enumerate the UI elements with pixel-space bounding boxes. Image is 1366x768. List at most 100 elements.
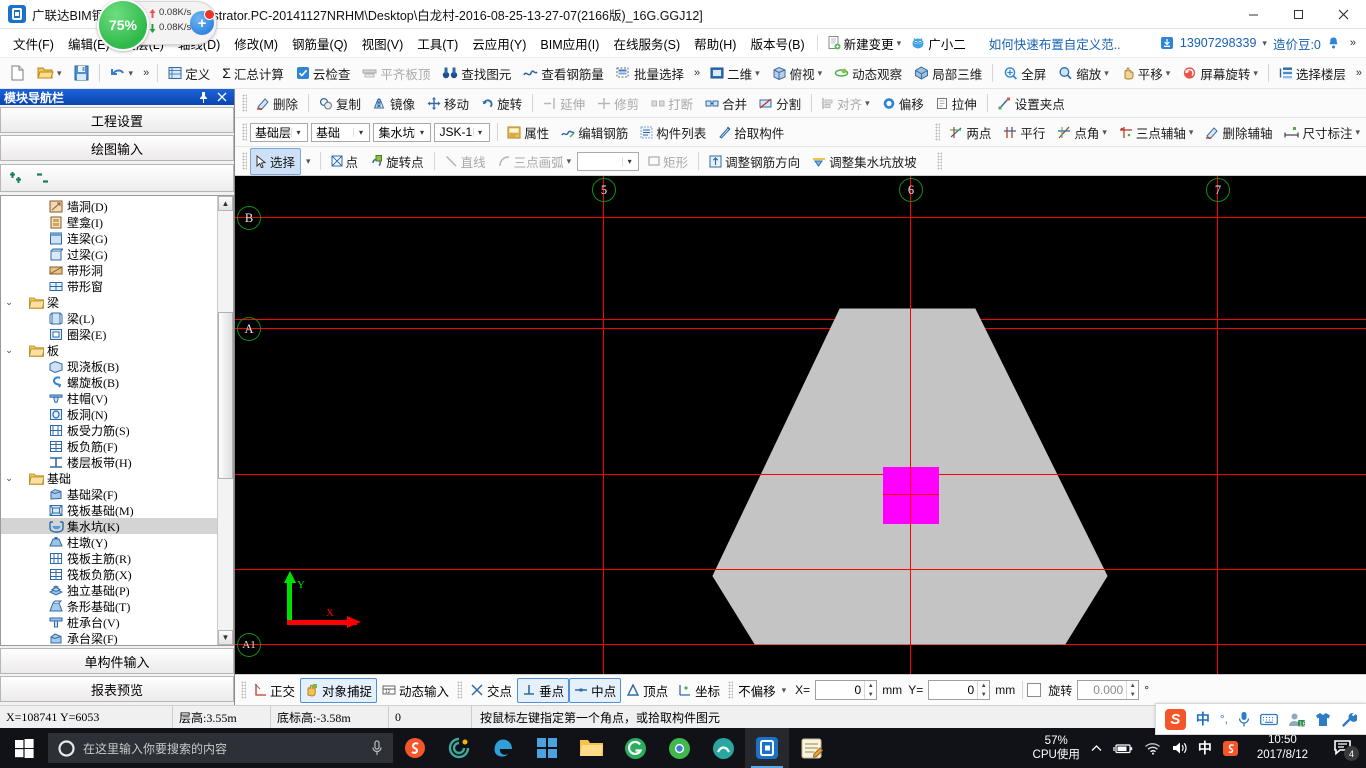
wifi-icon[interactable]: [1144, 742, 1161, 755]
chevron-down-icon[interactable]: ▾: [1189, 127, 1194, 138]
select-tool-button[interactable]: 选择: [250, 147, 302, 175]
single-component-input-button[interactable]: 单构件输入: [0, 648, 234, 674]
tree-item-10[interactable]: 现浇板(B): [1, 358, 217, 374]
toolbar-grip[interactable]: [242, 152, 247, 170]
fullscreen-button[interactable]: 全屏: [997, 60, 1052, 87]
top-view-button[interactable]: 俯视 ▾: [766, 60, 829, 87]
user-icon[interactable]: 16: [1288, 712, 1305, 727]
tree-item-20[interactable]: 集水坑(K): [1, 518, 217, 534]
assistant-button[interactable]: 广小二: [906, 32, 971, 55]
chevron-down-icon[interactable]: ▾: [472, 127, 487, 137]
grid-bubble-A1[interactable]: A1: [237, 633, 261, 657]
undo-button[interactable]: ▾: [104, 62, 140, 85]
delete-axis-button[interactable]: 删除辅轴: [1199, 119, 1278, 146]
chevron-down-icon[interactable]: ▾: [353, 127, 367, 137]
tree-item-12[interactable]: 柱帽(V): [1, 390, 217, 406]
tree-item-2[interactable]: 连梁(G): [1, 230, 217, 246]
grid-bubble-5[interactable]: 5: [592, 178, 616, 202]
network-speed-widget[interactable]: 75% 0.08K/s 0.08K/s +: [97, 0, 217, 51]
beans-label[interactable]: 造价豆:0: [1273, 34, 1321, 53]
draw-input-button[interactable]: 绘图输入: [0, 135, 234, 161]
chevron-up-icon[interactable]: [1090, 742, 1103, 755]
scroll-down-arrow[interactable]: ▼: [218, 630, 233, 645]
menu-file[interactable]: 文件(F): [6, 30, 61, 57]
chevron-down-icon[interactable]: ▾: [622, 156, 636, 166]
tree-item-0[interactable]: 墙洞(D): [1, 198, 217, 214]
set-grip-button[interactable]: 设置夹点: [992, 90, 1071, 117]
tree-item-23[interactable]: 筏板负筋(X): [1, 566, 217, 582]
toolbar-overflow-2[interactable]: »: [690, 67, 704, 79]
category-combo[interactable]: 基础 ▾: [311, 122, 371, 142]
offset-mode-chevron-down-icon[interactable]: ▾: [776, 685, 793, 696]
save-file-button[interactable]: [68, 61, 95, 85]
midpoint-snap-button[interactable]: 中点: [569, 677, 622, 703]
taskbar-app-notepad[interactable]: [789, 728, 833, 768]
point-angle-axis-button[interactable]: 点角 ▾: [1051, 119, 1113, 146]
keyboard-icon[interactable]: [1260, 713, 1278, 726]
tree-item-1[interactable]: 壁龛(I): [1, 214, 217, 230]
tree-item-8[interactable]: 圈梁(E): [1, 326, 217, 342]
menu-online-service[interactable]: 在线服务(S): [606, 30, 687, 57]
taskbar-app-sogou[interactable]: [393, 728, 437, 768]
ime-mode-button[interactable]: 中: [1196, 709, 1210, 729]
grid-bubble-B[interactable]: B: [237, 206, 261, 230]
zoom-button[interactable]: 缩放 ▾: [1052, 60, 1115, 87]
menu-view[interactable]: 视图(V): [355, 30, 411, 57]
parallel-axis-button[interactable]: 平行: [997, 119, 1051, 146]
sogou-tray-icon[interactable]: [1222, 740, 1239, 757]
rotate-input[interactable]: 0.000 ▲ ▼: [1077, 680, 1140, 700]
volume-icon[interactable]: [1171, 741, 1188, 755]
component-type-combo[interactable]: 集水坑 ▾: [373, 122, 432, 142]
tree-item-21[interactable]: 柱墩(Y): [1, 534, 217, 550]
copy-button[interactable]: 复制: [313, 90, 367, 117]
rotate-checkbox[interactable]: [1027, 683, 1042, 697]
component-tree[interactable]: 墙洞(D) 壁龛(I) 连梁(G) 过梁(G) 带形洞 带形窗 ⌄ 梁梁(L) 圈梁(E) ⌄ 板现…: [1, 196, 217, 645]
chevron-down-icon[interactable]: ▾: [1253, 68, 1258, 79]
account-phone[interactable]: 13907298339: [1180, 36, 1256, 50]
drawing-canvas[interactable]: 5 6 7 B A A1 Y X: [235, 176, 1366, 674]
arc-param-combo[interactable]: ▾: [577, 151, 640, 171]
taskbar-app-store[interactable]: [525, 728, 569, 768]
local-3d-button[interactable]: 局部三维: [908, 60, 988, 87]
pan-button[interactable]: 平移 ▾: [1115, 60, 1177, 87]
select-floor-button[interactable]: 选择楼层: [1273, 60, 1352, 87]
new-file-button[interactable]: [4, 61, 31, 85]
split-button[interactable]: 分割: [753, 90, 807, 117]
chevron-down-icon[interactable]: ▾: [818, 68, 823, 79]
component-combo[interactable]: JSK-1 ▾: [434, 122, 490, 142]
ime-punct-button[interactable]: °,: [1220, 712, 1228, 726]
expand-toggle-icon[interactable]: ⌄: [3, 345, 15, 356]
cloud-check-button[interactable]: 云检查: [290, 60, 357, 87]
taskbar-app-spiral[interactable]: [437, 728, 481, 768]
close-button[interactable]: [1321, 0, 1366, 28]
open-file-button[interactable]: ▾: [31, 61, 68, 85]
intersection-snap-button[interactable]: 交点: [465, 678, 517, 703]
grid-bubble-6[interactable]: 6: [899, 178, 923, 202]
menu-tools[interactable]: 工具(T): [410, 30, 465, 57]
two-point-axis-button[interactable]: 两点: [943, 119, 997, 146]
properties-button[interactable]: 属性: [501, 119, 555, 146]
menu-overflow-button[interactable]: »: [1346, 37, 1360, 49]
taskbar-app-edge[interactable]: [481, 728, 525, 768]
offset-button[interactable]: 偏移: [876, 90, 930, 117]
speed-add-button[interactable]: +: [190, 9, 215, 35]
dynamic-input-button[interactable]: 12 动态输入: [377, 678, 454, 703]
taskbar-search[interactable]: 在这里输入你要搜索的内容: [48, 733, 393, 763]
view-rebar-qty-button[interactable]: 查看钢筋量: [517, 60, 610, 87]
y-spinner[interactable]: ▲ ▼: [977, 681, 989, 699]
select-tool-chevron-down-icon[interactable]: ▾: [301, 156, 316, 167]
battery-icon[interactable]: [1113, 742, 1134, 755]
close-icon[interactable]: [217, 92, 227, 102]
mic-icon[interactable]: [1238, 711, 1250, 727]
component-list-button[interactable]: 构件列表: [634, 119, 712, 146]
scroll-thumb[interactable]: [218, 311, 233, 480]
x-coord-input[interactable]: 0 ▲ ▼: [815, 680, 878, 700]
chevron-down-icon[interactable]: ▾: [1102, 127, 1107, 138]
screen-rotate-button[interactable]: 屏幕旋转 ▾: [1176, 60, 1264, 87]
menu-bim-app[interactable]: BIM应用(I): [533, 30, 606, 57]
chevron-down-icon[interactable]: ▾: [414, 127, 428, 137]
expand-toggle-icon[interactable]: ⌄: [3, 473, 15, 484]
menu-help[interactable]: 帮助(H): [687, 30, 743, 57]
toolbar-overflow-1[interactable]: »: [139, 67, 153, 79]
view-2d-button[interactable]: 二维 ▾: [704, 60, 766, 87]
